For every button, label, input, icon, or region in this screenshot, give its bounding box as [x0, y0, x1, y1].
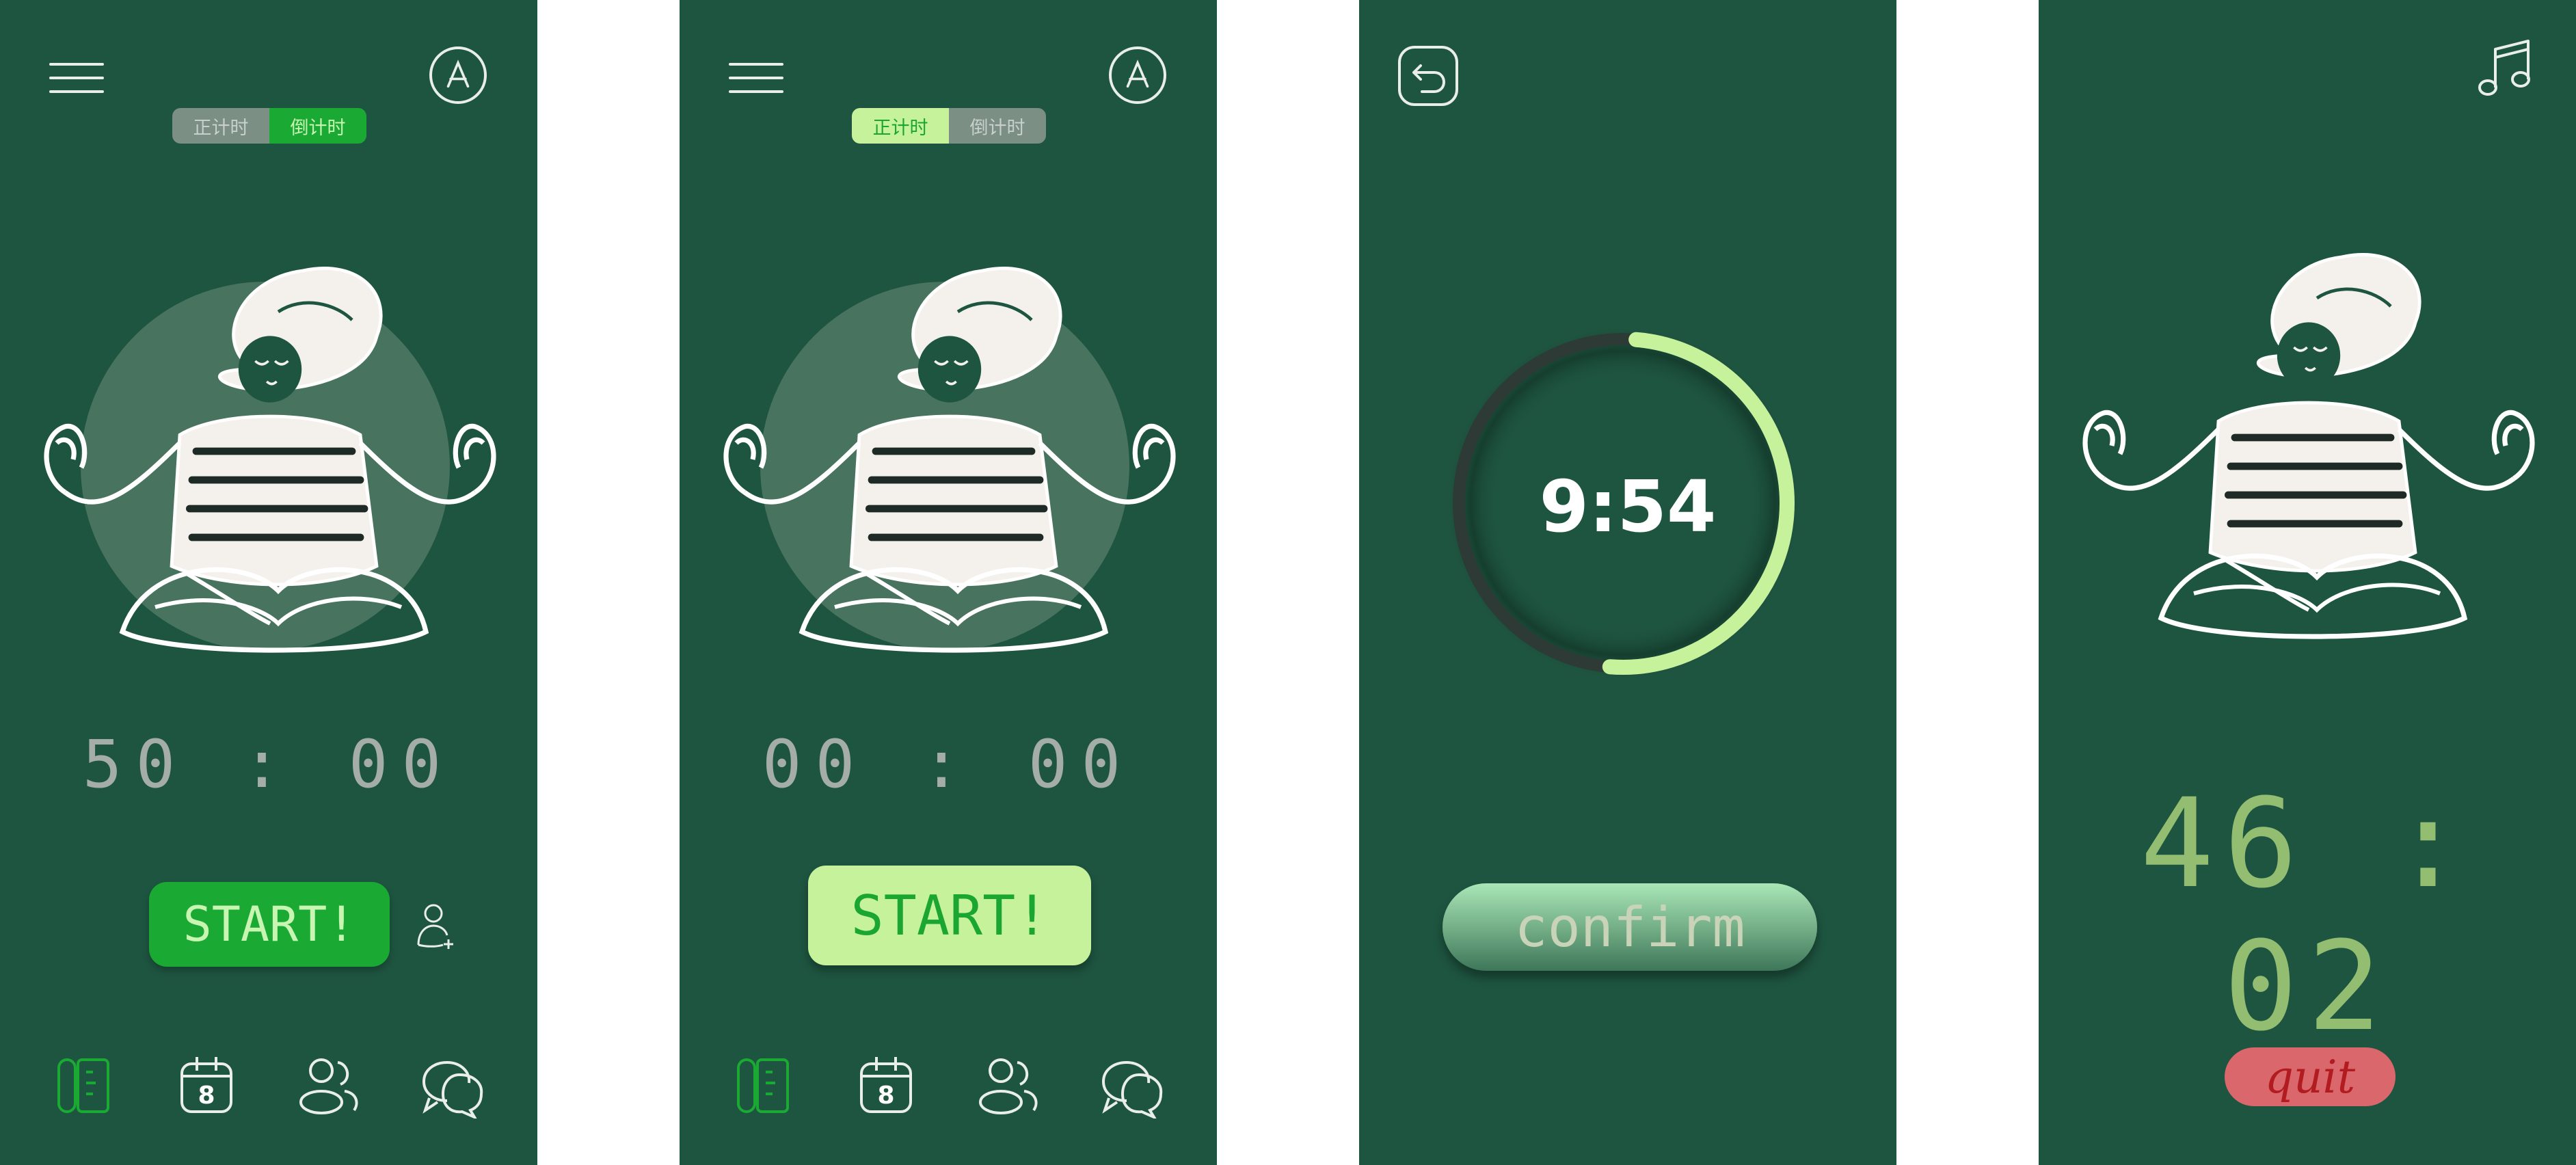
- svg-text:8: 8: [877, 1082, 894, 1110]
- quit-button[interactable]: quit: [2225, 1047, 2396, 1106]
- toggle-count-up[interactable]: 正计时: [172, 108, 269, 144]
- add-user-icon[interactable]: [416, 901, 458, 953]
- friends-icon[interactable]: [976, 1053, 1042, 1119]
- elapsed-timer: 46 : 02: [2140, 773, 2475, 1058]
- menu-icon[interactable]: [49, 59, 105, 97]
- screen-countup-setup: 正计时 倒计时 00 : 00 START! 8: [680, 0, 1217, 1165]
- avatar-icon[interactable]: [429, 46, 487, 104]
- friends-icon[interactable]: [297, 1053, 362, 1119]
- timer-display: 50 : 00: [82, 726, 455, 803]
- toggle-count-down[interactable]: 倒计时: [949, 108, 1046, 144]
- chat-icon[interactable]: [420, 1053, 485, 1121]
- remaining-time: 9:54: [1539, 465, 1717, 548]
- screen-timer-picker: 9:54 confirm: [1359, 0, 1896, 1165]
- start-button[interactable]: START!: [149, 882, 390, 967]
- calendar-icon[interactable]: 8: [174, 1053, 239, 1119]
- toggle-count-down[interactable]: 倒计时: [269, 108, 366, 144]
- calendar-icon[interactable]: 8: [853, 1053, 919, 1119]
- avatar-icon[interactable]: [1109, 46, 1166, 104]
- timer-icon[interactable]: [730, 1053, 796, 1119]
- chat-icon[interactable]: [1099, 1053, 1165, 1121]
- music-icon[interactable]: [2476, 37, 2534, 98]
- start-button[interactable]: START!: [808, 866, 1091, 965]
- toggle-count-up[interactable]: 正计时: [852, 108, 949, 144]
- meditation-illustration: [2045, 232, 2572, 643]
- timer-display: 00 : 00: [762, 726, 1135, 803]
- mode-toggle[interactable]: 正计时 倒计时: [852, 108, 1046, 144]
- confirm-button[interactable]: confirm: [1443, 883, 1817, 971]
- timer-icon[interactable]: [51, 1053, 116, 1119]
- meditation-illustration: [7, 246, 533, 656]
- meditation-illustration: [686, 246, 1213, 656]
- menu-icon[interactable]: [729, 59, 785, 97]
- back-icon[interactable]: [1397, 45, 1459, 107]
- mode-toggle[interactable]: 正计时 倒计时: [172, 108, 366, 144]
- svg-text:8: 8: [198, 1082, 215, 1110]
- screen-running: 46 : 02 quit: [2039, 0, 2576, 1165]
- screen-countdown-setup: 正计时 倒计时 50 : 00 START! 8: [0, 0, 537, 1165]
